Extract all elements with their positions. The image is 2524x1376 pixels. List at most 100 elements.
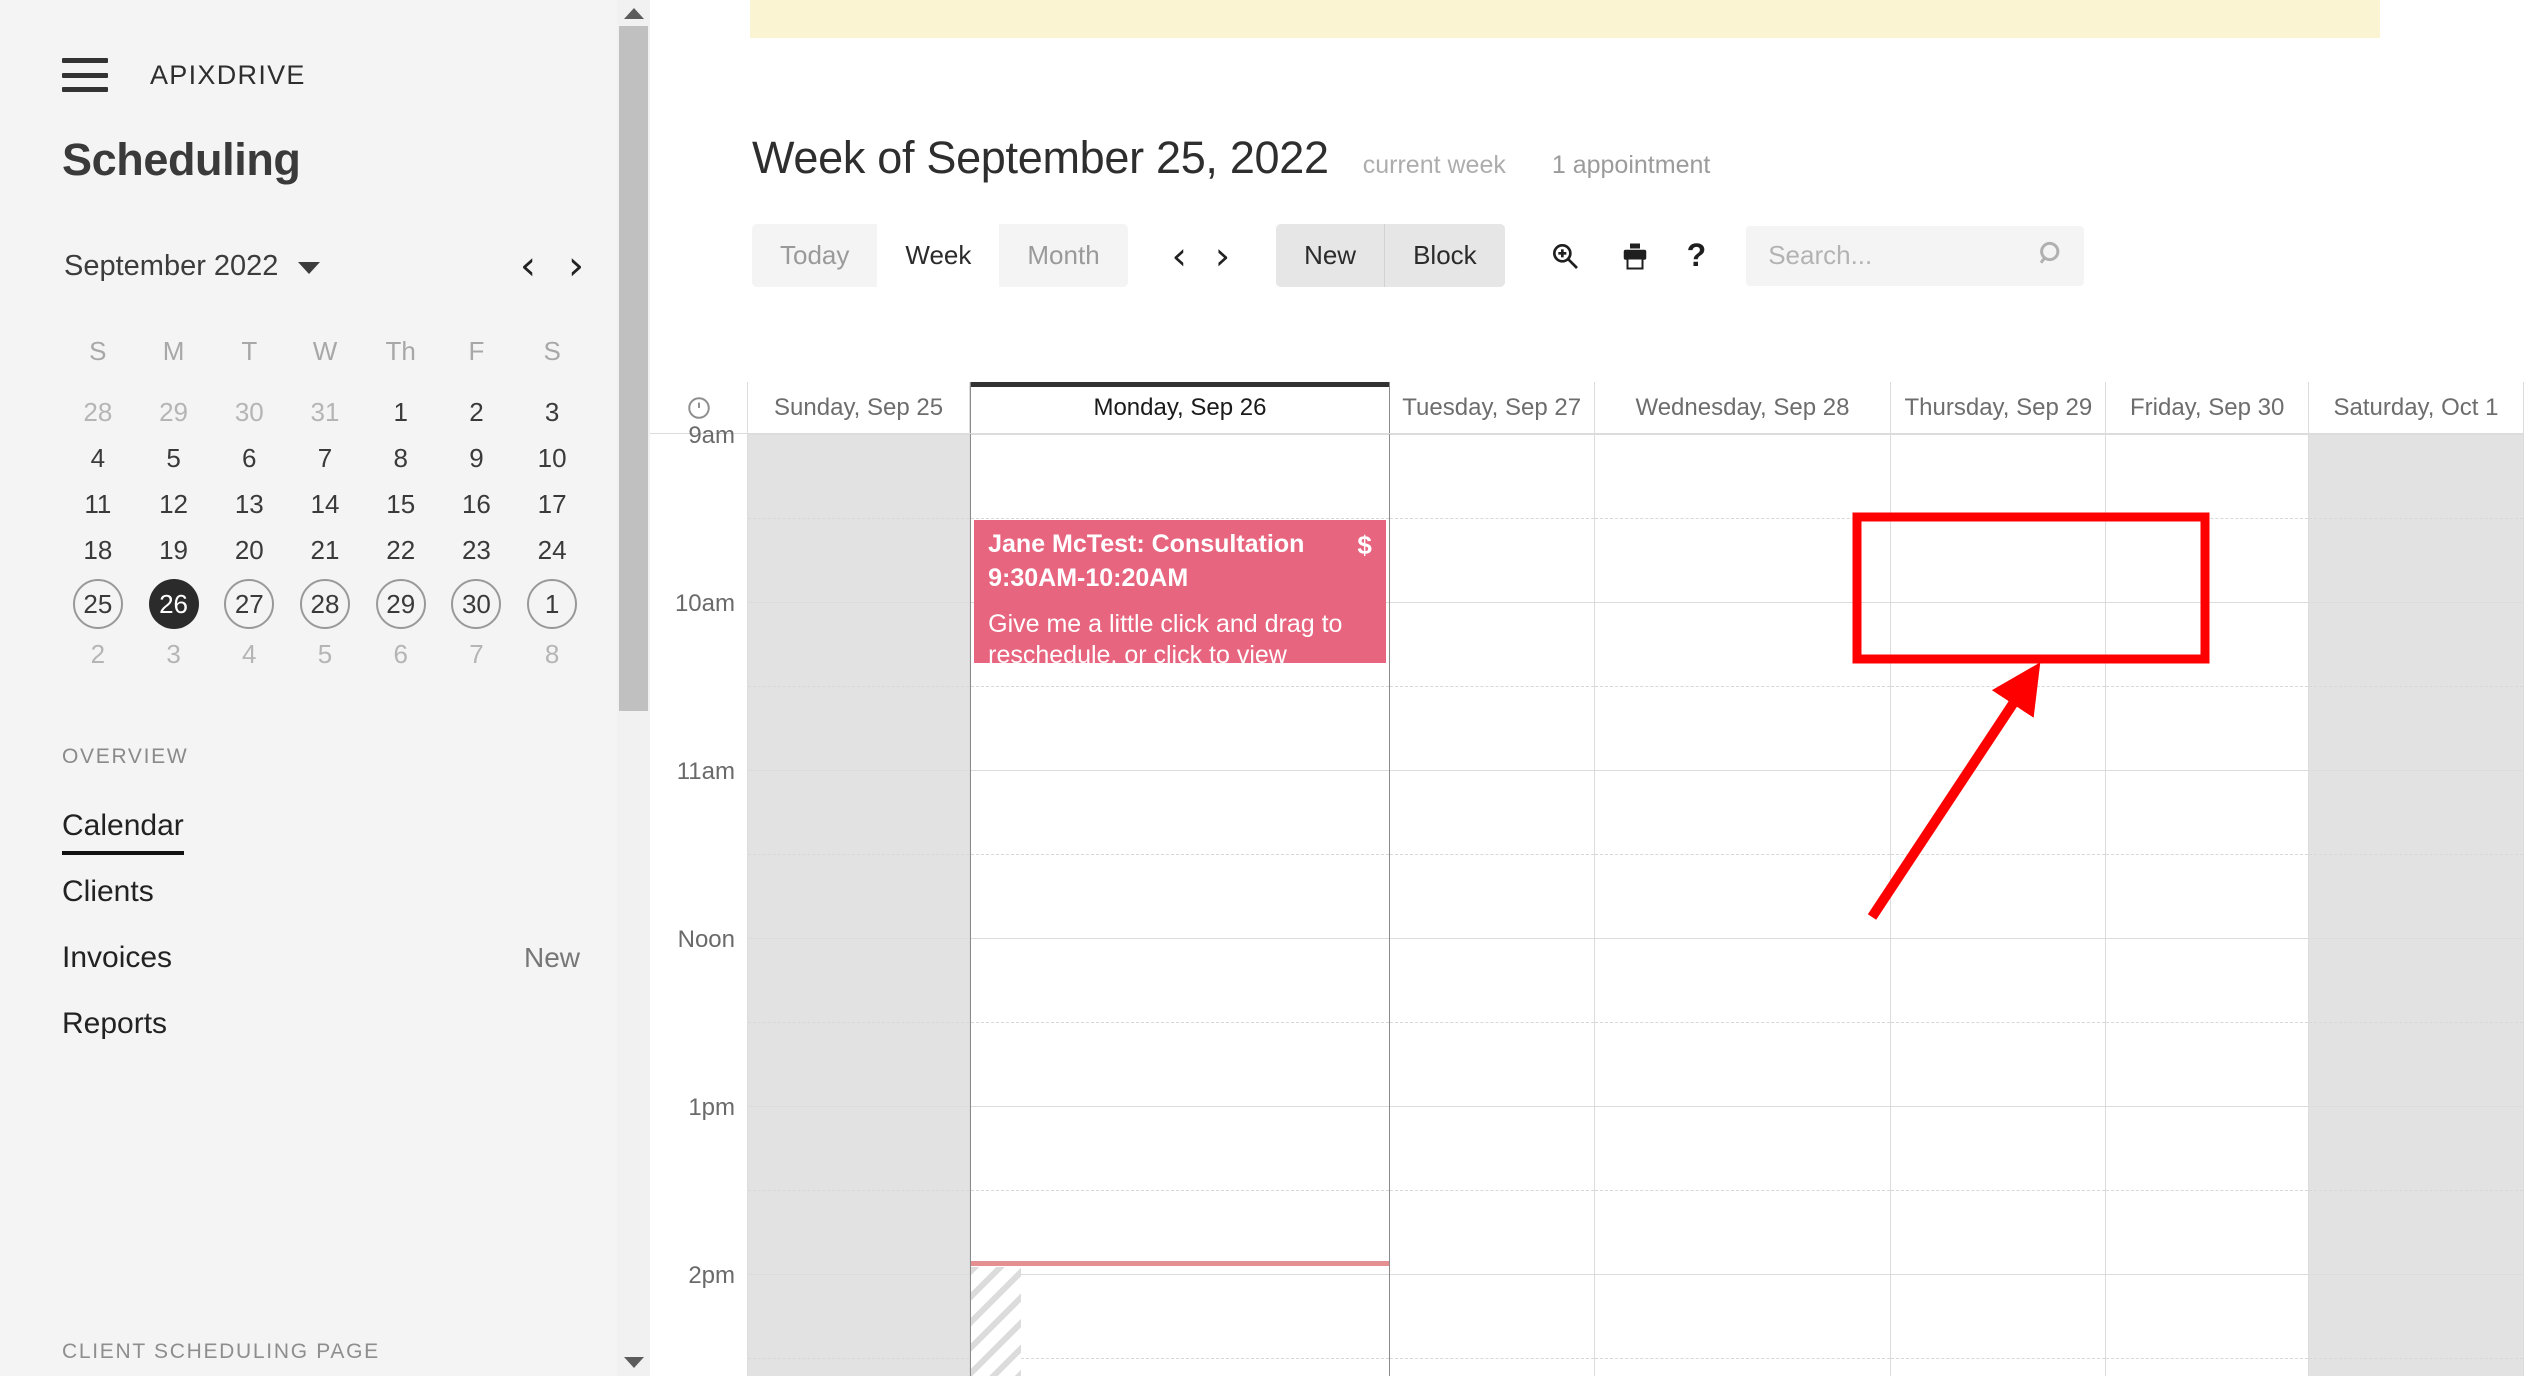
- mini-calendar-day[interactable]: 24: [514, 527, 590, 573]
- mini-calendar-day[interactable]: 2: [439, 389, 515, 435]
- day-header-6[interactable]: Saturday, Oct 1: [2309, 382, 2524, 433]
- mini-calendar-day[interactable]: 30: [439, 579, 515, 629]
- hour-gridline: [1891, 1106, 2106, 1107]
- page-title: Scheduling: [62, 134, 301, 185]
- day-column-0[interactable]: [748, 434, 971, 1376]
- half-hour-gridline: [1594, 1358, 1891, 1359]
- half-hour-gridline: [1594, 1022, 1891, 1023]
- mini-calendar-day[interactable]: 1: [514, 579, 590, 629]
- mini-calendar-day[interactable]: 28: [287, 579, 363, 629]
- prev-week-button[interactable]: ‹: [1172, 237, 1187, 275]
- day-column-1[interactable]: Jane McTest: Consultation $9:30AM-10:20AM…: [970, 434, 1390, 1376]
- mini-calendar-day[interactable]: 13: [211, 481, 287, 527]
- mini-calendar-day[interactable]: 31: [287, 389, 363, 435]
- day-column-3[interactable]: [1594, 434, 1892, 1376]
- hour-gridline: [971, 938, 1389, 939]
- hour-gridline: [971, 434, 1389, 435]
- sidebar-item-reports[interactable]: Reports: [62, 991, 588, 1057]
- mini-calendar-day[interactable]: 18: [60, 527, 136, 573]
- mini-calendar-day[interactable]: 27: [211, 579, 287, 629]
- mini-calendar-day[interactable]: 5: [136, 435, 212, 481]
- mini-calendar-day[interactable]: 22: [363, 527, 439, 573]
- day-header-2[interactable]: Tuesday, Sep 27: [1390, 382, 1595, 433]
- mini-calendar-day[interactable]: 7: [439, 631, 515, 677]
- scrollbar-thumb[interactable]: [619, 26, 648, 711]
- half-hour-gridline: [2309, 1358, 2523, 1359]
- mini-calendar-day[interactable]: 7: [287, 435, 363, 481]
- mini-calendar-day[interactable]: 3: [514, 389, 590, 435]
- half-hour-gridline: [2309, 686, 2523, 687]
- mini-calendar-day[interactable]: 9: [439, 435, 515, 481]
- mini-calendar-prev-button[interactable]: ‹: [520, 246, 536, 286]
- mini-calendar-day[interactable]: 21: [287, 527, 363, 573]
- scroll-down-arrow-icon[interactable]: [624, 1357, 644, 1368]
- mini-calendar-day[interactable]: 15: [363, 481, 439, 527]
- half-hour-gridline: [971, 1358, 1389, 1359]
- nav-footer-title: CLIENT SCHEDULING PAGE: [62, 1340, 380, 1363]
- mini-calendar-day[interactable]: 6: [363, 631, 439, 677]
- day-column-6[interactable]: [2309, 434, 2524, 1376]
- mini-calendar-day[interactable]: 14: [287, 481, 363, 527]
- mini-calendar-day[interactable]: 4: [60, 435, 136, 481]
- view-today-button[interactable]: Today: [752, 224, 877, 287]
- mini-calendar-day[interactable]: 28: [60, 389, 136, 435]
- appointment-event[interactable]: Jane McTest: Consultation $9:30AM-10:20AM…: [974, 520, 1386, 663]
- mini-calendar-day[interactable]: 16: [439, 481, 515, 527]
- hour-label: 1pm: [688, 1094, 735, 1121]
- day-header-4[interactable]: Thursday, Sep 29: [1891, 382, 2107, 433]
- calendar-day-headers: Sunday, Sep 25 Monday, Sep 26 Tuesday, Sep…: [650, 382, 2524, 434]
- sidebar-item-calendar[interactable]: Calendar: [62, 793, 588, 859]
- block-time-button[interactable]: Block: [1384, 224, 1505, 287]
- mini-calendar-day[interactable]: 4: [211, 631, 287, 677]
- view-month-button[interactable]: Month: [999, 224, 1127, 287]
- mini-calendar-day[interactable]: 25: [60, 579, 136, 629]
- mini-calendar-day-label: 7: [469, 639, 484, 669]
- mini-calendar-day[interactable]: 30: [211, 389, 287, 435]
- hour-gridline: [2309, 770, 2523, 771]
- day-header-0[interactable]: Sunday, Sep 25: [748, 382, 971, 433]
- mini-calendar-day[interactable]: 10: [514, 435, 590, 481]
- half-hour-gridline: [971, 854, 1389, 855]
- next-week-button[interactable]: ›: [1215, 237, 1230, 275]
- mini-calendar-month-selector[interactable]: September 2022: [64, 250, 321, 283]
- day-column-4[interactable]: [1891, 434, 2107, 1376]
- mini-calendar-day[interactable]: 11: [60, 481, 136, 527]
- event-title-row: Jane McTest: Consultation $: [988, 530, 1372, 561]
- mini-calendar-day[interactable]: 26: [136, 579, 212, 629]
- mini-calendar-next-button[interactable]: ›: [568, 246, 584, 286]
- search-box[interactable]: [1746, 225, 2085, 286]
- mini-calendar-day[interactable]: 8: [363, 435, 439, 481]
- day-column-2[interactable]: [1389, 434, 1595, 1376]
- mini-calendar-day[interactable]: 2: [60, 631, 136, 677]
- mini-calendar-day[interactable]: 3: [136, 631, 212, 677]
- sidebar-item-badge[interactable]: New: [524, 942, 588, 974]
- help-icon[interactable]: ?: [1687, 237, 1707, 274]
- mini-calendar-day-label: 3: [544, 397, 560, 427]
- zoom-in-icon[interactable]: [1547, 238, 1583, 274]
- day-header-1[interactable]: Monday, Sep 26: [970, 382, 1390, 433]
- mini-calendar-day[interactable]: 5: [287, 631, 363, 677]
- new-appointment-button[interactable]: New: [1276, 224, 1385, 287]
- mini-calendar-day[interactable]: 6: [211, 435, 287, 481]
- sidebar-scrollbar[interactable]: [617, 0, 650, 1376]
- mini-calendar-day[interactable]: 8: [514, 631, 590, 677]
- search-input[interactable]: [1746, 240, 2085, 271]
- mini-calendar-day[interactable]: 19: [136, 527, 212, 573]
- mini-calendar-day[interactable]: 29: [136, 389, 212, 435]
- day-column-5[interactable]: [2106, 434, 2309, 1376]
- mini-calendar-day[interactable]: 20: [211, 527, 287, 573]
- scroll-up-arrow-icon[interactable]: [624, 8, 644, 19]
- mini-calendar-day[interactable]: 17: [514, 481, 590, 527]
- mini-calendar-day[interactable]: 12: [136, 481, 212, 527]
- mini-calendar-day[interactable]: 1: [363, 389, 439, 435]
- mini-calendar-day[interactable]: 29: [363, 579, 439, 629]
- day-header-3[interactable]: Wednesday, Sep 28: [1595, 382, 1892, 433]
- mini-calendar-day-label: 3: [166, 639, 181, 669]
- sidebar-item-invoices[interactable]: Invoices New: [62, 925, 588, 991]
- sidebar-item-clients[interactable]: Clients: [62, 859, 588, 925]
- hamburger-icon[interactable]: [62, 58, 108, 92]
- view-week-button[interactable]: Week: [877, 224, 1000, 287]
- day-header-5[interactable]: Friday, Sep 30: [2106, 382, 2309, 433]
- mini-calendar-day[interactable]: 23: [439, 527, 515, 573]
- print-icon[interactable]: [1617, 238, 1653, 274]
